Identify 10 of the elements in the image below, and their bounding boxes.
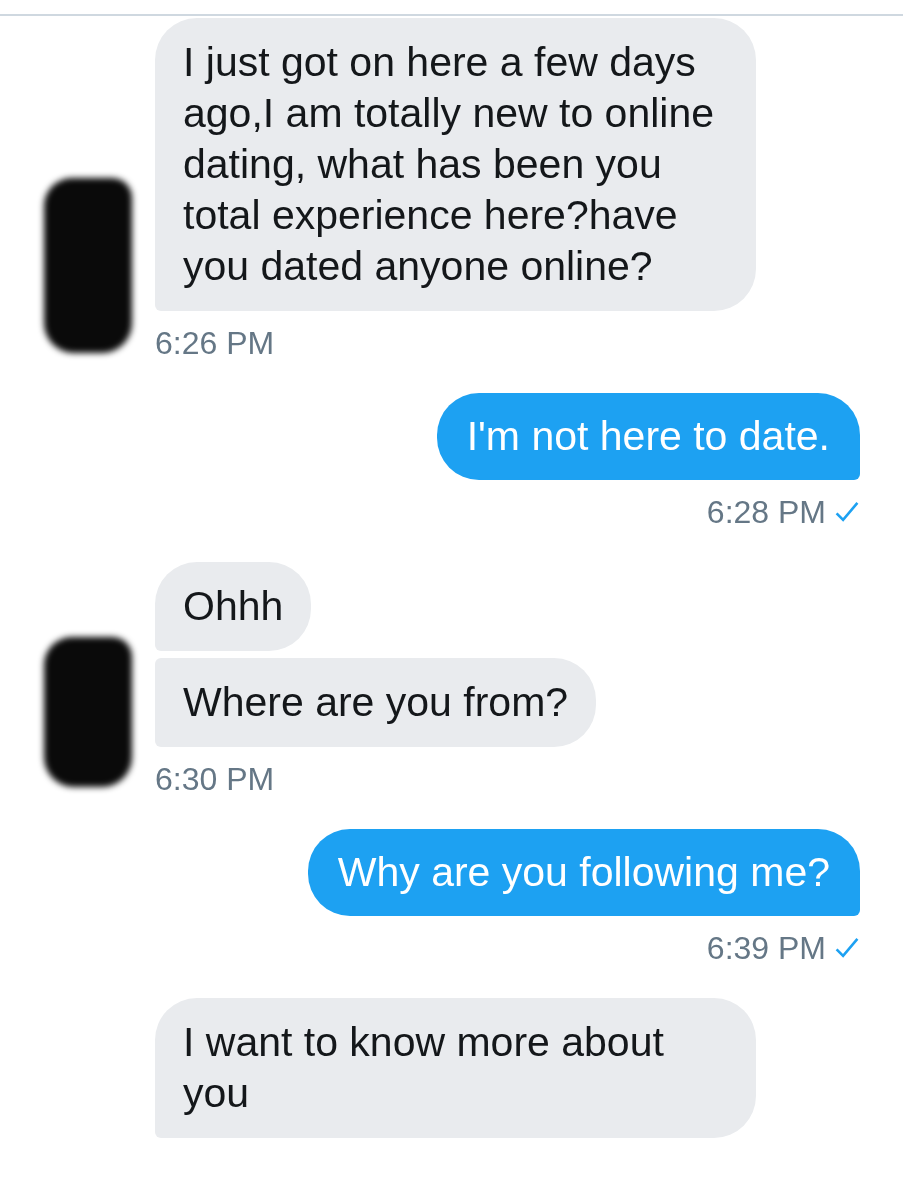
timestamp: 6:28 PM: [706, 494, 826, 530]
message-bubble: Why are you following me?: [307, 829, 860, 916]
timestamp: 6:26 PM: [155, 325, 275, 361]
timestamp: 6:39 PM: [706, 930, 826, 966]
message-bubble: I'm not here to date.: [436, 393, 860, 480]
message-bubble: Ohhh: [155, 562, 312, 651]
message-bubble: I just got on here a few days ago,I am totally new to online dating, what has been you total experience here?have you dated anyone online?: [155, 18, 756, 311]
message-bubble: I want to know more about you: [155, 998, 756, 1138]
timestamp: 6:30 PM: [155, 761, 275, 797]
message-bubble: Where are you from?: [155, 658, 597, 747]
